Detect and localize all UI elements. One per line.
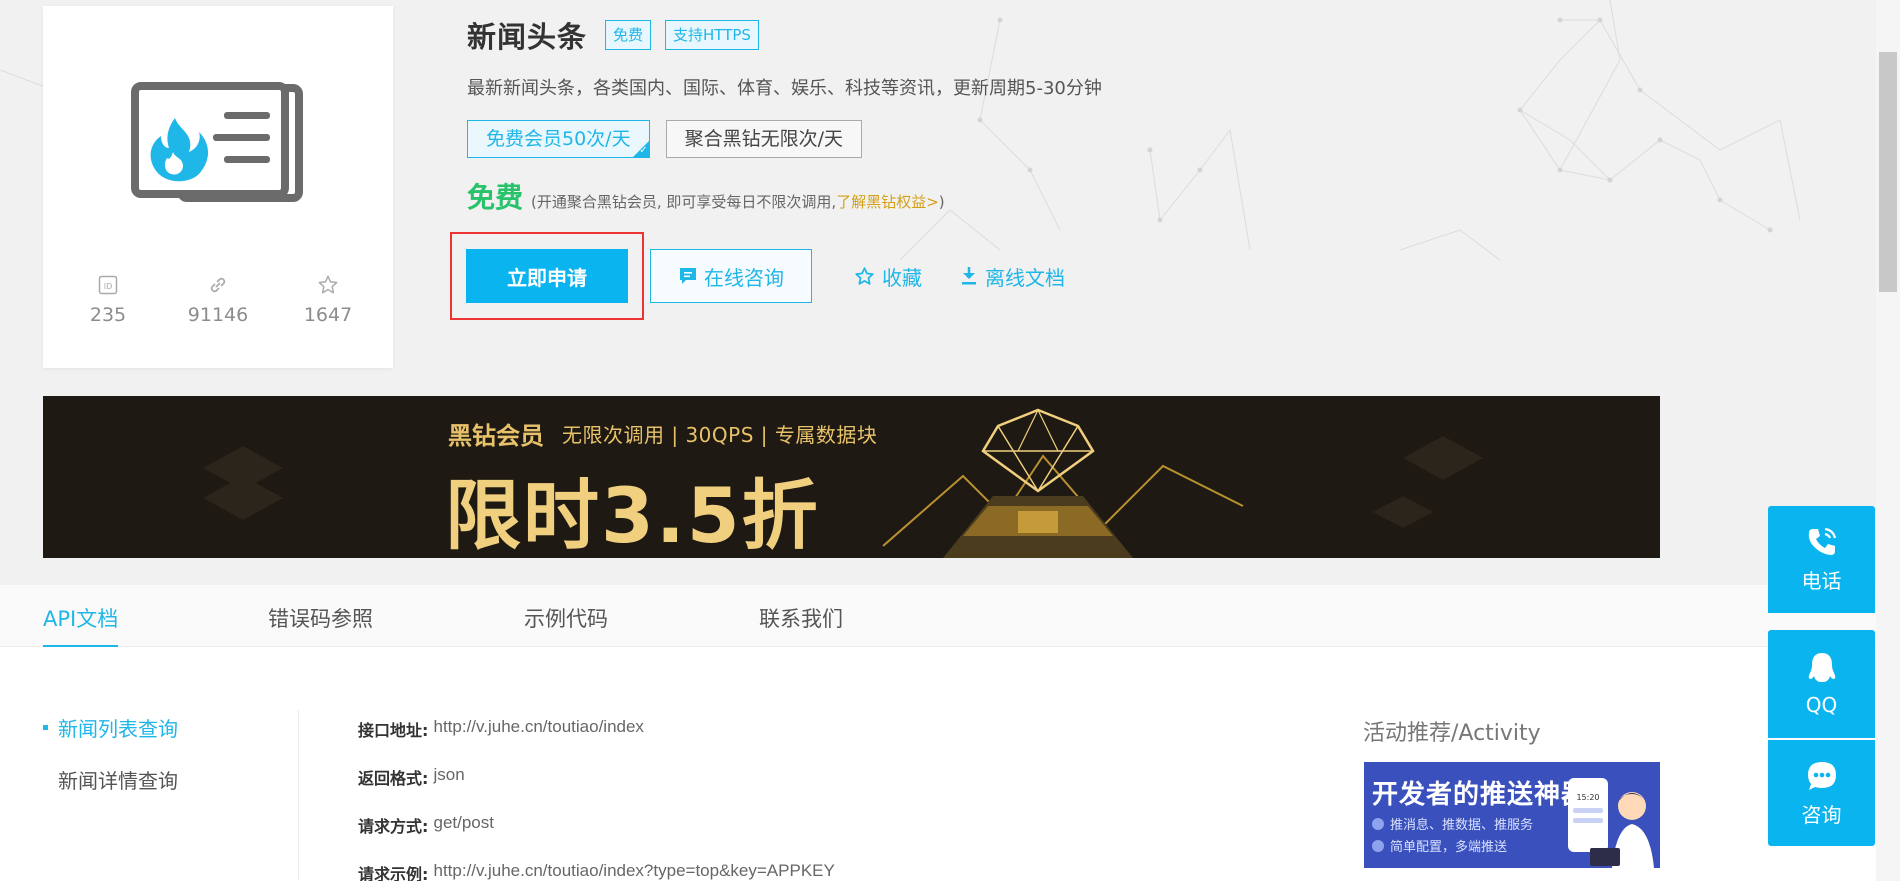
price-value: 免费 [467,181,524,214]
id-icon: ID [98,272,118,298]
doc-tabs: API文档 错误码参照 示例代码 联系我们 [0,585,1900,648]
api-stats: ID 235 91146 1647 [43,272,393,326]
news-fire-icon [131,82,303,202]
float-qq-label: QQ [1805,693,1838,717]
stat-id-value: 235 [89,304,127,326]
format-value: json [433,765,465,784]
example-label: 请求示例: [358,865,429,881]
doc-content: 新闻列表查询 新闻详情查询 接口地址: http://v.juhe.cn/tou… [0,647,1900,881]
bullet-icon [1372,817,1384,830]
format-row: 返回格式: json [358,765,835,813]
activity-line-2-text: 简单配置，多端推送 [1390,840,1508,855]
api-doc-details: 接口地址: http://v.juhe.cn/toutiao/index 返回格… [358,717,835,881]
plan-black-label: 聚合黑钻无限次/天 [684,128,843,150]
online-consult-button[interactable]: 在线咨询 [650,249,812,303]
apply-now-button[interactable]: 立即申请 [466,249,628,303]
svg-text:ID: ID [104,282,113,291]
tab-contact-us[interactable]: 联系我们 [759,603,843,645]
banner-headline: 限时3.5折 [445,471,820,558]
sidebar-item-news-detail[interactable]: 新闻详情查询 [43,767,178,793]
method-label: 请求方式: [358,817,429,836]
phone-illustration: 15:20 [1568,778,1654,868]
https-tag: 支持HTTPS [665,20,759,50]
example-value: http://v.juhe.cn/toutiao/index?type=top&… [433,861,835,880]
float-phone-button[interactable]: 电话 [1768,506,1875,613]
plan-black-diamond[interactable]: 聚合黑钻无限次/天 [665,120,862,158]
activity-title: 活动推荐/Activity [1363,721,1541,746]
plan-selector: 免费会员50次/天 ✓ 聚合黑钻无限次/天 [467,120,862,158]
endpoint-label: 接口地址: [358,721,429,740]
price-note-close: ) [938,193,945,211]
sidebar-item-label: 新闻列表查询 [58,716,178,741]
activity-line-1: 推消息、推数据、推服务 [1372,814,1533,833]
tab-error-codes[interactable]: 错误码参照 [268,603,373,645]
method-row: 请求方式: get/post [358,813,835,861]
stat-calls: 91146 [173,272,263,326]
black-diamond-banner[interactable]: 黑钻会员 无限次调用 | 30QPS | 专属数据块 限时3.5折 [43,396,1660,558]
plan-free-label: 免费会员50次/天 [486,128,631,150]
banner-tagline: 黑钻会员 无限次调用 | 30QPS | 专属数据块 [448,416,877,451]
link-icon [207,272,229,298]
format-label: 返回格式: [358,769,429,788]
scrollbar-thumb[interactable] [1879,52,1897,292]
free-tag: 免费 [605,20,652,50]
float-consult-button[interactable]: 咨询 [1768,740,1875,846]
phone-time: 15:20 [1576,793,1599,802]
stat-favorites-value: 1647 [303,304,353,326]
sidebar-item-news-list[interactable]: 新闻列表查询 [43,715,178,741]
plan-free-member[interactable]: 免费会员50次/天 ✓ [467,120,650,158]
star-outline-icon [855,266,874,285]
endpoint-value: http://v.juhe.cn/toutiao/index [433,717,644,736]
sidebar-item-label: 新闻详情查询 [58,768,178,793]
endpoint-row: 接口地址: http://v.juhe.cn/toutiao/index [358,717,835,765]
method-value: get/post [433,813,495,832]
apply-highlight-box: 立即申请 [450,232,644,320]
activity-line-1-text: 推消息、推数据、推服务 [1390,818,1534,833]
favorite-label: 收藏 [882,265,922,290]
chat-bubble-icon [680,268,696,284]
black-diamond-benefits-link[interactable]: 了解黑钻权益> [836,193,939,211]
stat-id: ID 235 [63,272,153,326]
tab-sample-code[interactable]: 示例代码 [524,603,608,645]
favorite-button[interactable]: 收藏 [854,262,922,291]
api-description: 最新新闻头条，各类国内、国际、体育、娱乐、科技等资讯，更新周期5-30分钟 [467,78,1102,99]
stat-favorites: 1647 [283,272,373,326]
phone-icon [1808,527,1836,555]
offline-doc-label: 离线文档 [985,265,1065,290]
bullet-icon [1372,839,1384,852]
stat-calls-value: 91146 [187,304,249,326]
activity-line-2: 简单配置，多端推送 [1372,836,1507,855]
api-logo-card: ID 235 91146 1647 [43,6,393,368]
api-title-row: 新闻头条 免费 支持HTTPS [467,14,759,56]
price-note-text: (开通聚合黑钻会员, 即可享受每日不限次调用, [531,193,837,211]
star-outline-icon [317,272,339,298]
api-title: 新闻头条 [467,20,588,54]
float-phone-label: 电话 [1801,569,1842,593]
example-row: 请求示例: http://v.juhe.cn/toutiao/index?typ… [358,861,835,881]
action-bar: 立即申请 在线咨询 收藏 离线文档 [450,232,1065,320]
activity-headline: 开发者的推送神器 [1372,780,1589,810]
activity-banner[interactable]: 开发者的推送神器 推消息、推数据、推服务 简单配置，多端推送 15:20 [1364,762,1660,868]
download-icon [962,267,976,285]
chat-dots-icon [1807,761,1836,790]
check-icon: ✓ [639,145,648,156]
doc-sidebar: 新闻列表查询 新闻详情查询 [43,715,178,819]
banner-features: 无限次调用 | 30QPS | 专属数据块 [562,423,878,447]
price-note: (开通聚合黑钻会员, 即可享受每日不限次调用,了解黑钻权益>) [531,191,945,212]
tab-api-doc[interactable]: API文档 [43,603,119,648]
float-qq-button[interactable]: QQ [1768,630,1875,738]
float-consult-label: 咨询 [1801,802,1842,827]
sidebar-divider [298,710,299,881]
banner-brand: 黑钻会员 [448,422,544,450]
active-dot [43,724,48,730]
qq-penguin-icon [1808,653,1835,682]
offline-doc-button[interactable]: 离线文档 [960,262,1065,291]
online-consult-label: 在线咨询 [704,265,784,290]
price-row: 免费 (开通聚合黑钻会员, 即可享受每日不限次调用,了解黑钻权益>) [467,176,945,216]
